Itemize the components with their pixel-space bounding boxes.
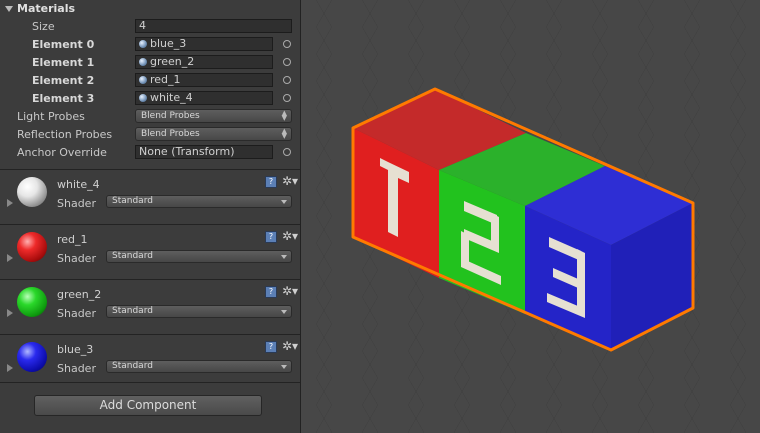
anchor-override-row: Anchor Override None (Transform) — [0, 144, 300, 162]
add-component-button[interactable]: Add Component — [34, 395, 262, 416]
inspector-panel: Materials Size 4 Element 0 blue_3 Elemen… — [0, 0, 301, 433]
material-name: red_1 — [57, 233, 88, 246]
chevron-down-icon — [281, 200, 287, 204]
material-element-row: Element 3 white_4 — [0, 90, 300, 108]
material-name: blue_3 — [57, 343, 94, 356]
shader-label: Shader — [57, 362, 96, 375]
materials-size-row: Size 4 — [0, 18, 300, 36]
chevron-down-icon — [281, 310, 287, 314]
material-element-row: Element 2 red_1 — [0, 72, 300, 90]
object-picker-icon[interactable] — [283, 148, 291, 156]
shader-label: Shader — [57, 197, 96, 210]
divider — [0, 382, 300, 383]
object-picker-icon[interactable] — [283, 58, 291, 66]
updown-arrow-icon: ▲ ▼ — [281, 127, 287, 140]
shader-dropdown[interactable]: Standard — [106, 195, 292, 208]
chevron-down-icon — [281, 365, 287, 369]
element-label: Element 2 — [32, 74, 95, 87]
reflection-probes-label: Reflection Probes — [17, 128, 113, 141]
material-sphere-icon — [139, 94, 147, 102]
anchor-override-field[interactable]: None (Transform) — [135, 145, 273, 159]
updown-arrow-icon: ▲ ▼ — [281, 109, 287, 122]
material-object-field[interactable]: green_2 — [135, 55, 273, 69]
size-field[interactable]: 4 — [135, 19, 292, 33]
help-icon[interactable]: ? — [265, 176, 277, 188]
scene-view[interactable] — [301, 0, 760, 433]
material-panel-red-1: red_1 ? ✲▾ Shader Standard — [0, 225, 300, 279]
shader-dropdown[interactable]: Standard — [106, 360, 292, 373]
help-icon[interactable]: ? — [265, 286, 277, 298]
material-preview-sphere-icon — [17, 177, 47, 207]
help-icon[interactable]: ? — [265, 231, 277, 243]
material-name: green_2 — [57, 288, 102, 301]
shader-dropdown[interactable]: Standard — [106, 250, 292, 263]
material-sphere-icon — [139, 76, 147, 84]
material-panel-green-2: green_2 ? ✲▾ Shader Standard — [0, 280, 300, 334]
expand-arrow-icon[interactable] — [7, 254, 13, 262]
help-icon[interactable]: ? — [265, 341, 277, 353]
material-panel-white-4: white_4 ? ✲▾ Shader Standard — [0, 170, 300, 224]
element-label: Element 1 — [32, 56, 95, 69]
scene-canvas — [351, 87, 695, 352]
gear-icon[interactable]: ✲▾ — [282, 339, 298, 353]
element-label: Element 3 — [32, 92, 95, 105]
materials-foldout[interactable]: Materials — [0, 0, 300, 17]
shader-label: Shader — [57, 252, 96, 265]
shader-label: Shader — [57, 307, 96, 320]
material-panel-blue-3: blue_3 ? ✲▾ Shader Standard — [0, 335, 300, 389]
material-preview-sphere-icon — [17, 287, 47, 317]
light-probes-row: Light Probes Blend Probes ▲ ▼ — [0, 108, 300, 126]
material-element-row: Element 1 green_2 — [0, 54, 300, 72]
object-picker-icon[interactable] — [283, 76, 291, 84]
anchor-override-label: Anchor Override — [17, 146, 107, 159]
expand-arrow-icon[interactable] — [7, 309, 13, 317]
material-name: white_4 — [57, 178, 100, 191]
object-picker-icon[interactable] — [283, 94, 291, 102]
material-preview-sphere-icon — [17, 232, 47, 262]
size-label: Size — [32, 20, 55, 33]
chevron-down-icon — [281, 255, 287, 259]
materials-header-label: Materials — [17, 2, 76, 15]
reflection-probes-row: Reflection Probes Blend Probes ▲ ▼ — [0, 126, 300, 144]
gear-icon[interactable]: ✲▾ — [282, 284, 298, 298]
expand-arrow-icon[interactable] — [7, 199, 13, 207]
material-preview-sphere-icon — [17, 342, 47, 372]
foldout-arrow-icon[interactable] — [5, 5, 13, 12]
material-sphere-icon — [139, 58, 147, 66]
shader-dropdown[interactable]: Standard — [106, 305, 292, 318]
material-object-field[interactable]: red_1 — [135, 73, 273, 87]
light-probes-dropdown[interactable]: Blend Probes ▲ ▼ — [135, 109, 292, 123]
element-label: Element 0 — [32, 38, 95, 51]
gear-icon[interactable]: ✲▾ — [282, 174, 298, 188]
gear-icon[interactable]: ✲▾ — [282, 229, 298, 243]
material-object-field[interactable]: blue_3 — [135, 37, 273, 51]
object-picker-icon[interactable] — [283, 40, 291, 48]
material-sphere-icon — [139, 40, 147, 48]
material-element-row: Element 0 blue_3 — [0, 36, 300, 54]
reflection-probes-dropdown[interactable]: Blend Probes ▲ ▼ — [135, 127, 292, 141]
light-probes-label: Light Probes — [17, 110, 85, 123]
expand-arrow-icon[interactable] — [7, 364, 13, 372]
material-object-field[interactable]: white_4 — [135, 91, 273, 105]
selected-cube-object[interactable] — [351, 87, 695, 352]
